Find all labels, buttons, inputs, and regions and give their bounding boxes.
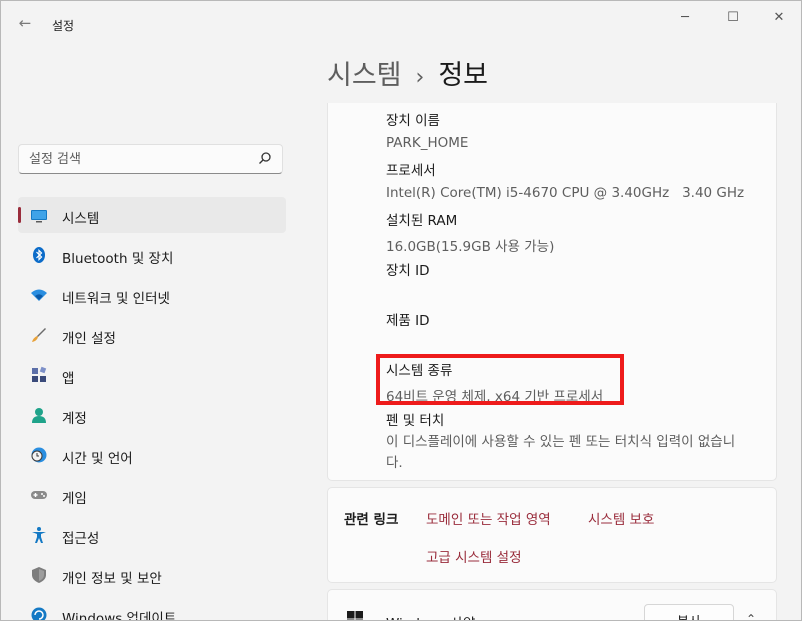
bluetooth-icon [33,247,45,263]
selection-indicator [18,207,21,223]
sidebar-item-apps[interactable]: 앱 [18,357,286,393]
search-icon[interactable] [258,151,272,165]
spec-value: 16.0GB(15.9GB 사용 가능) [386,239,555,255]
sidebar-item-label: Bluetooth 및 장치 [62,251,174,267]
sidebar-item-system[interactable]: 시스템 [18,197,286,233]
sidebar-item-time-language[interactable]: 시간 및 언어 [18,437,286,473]
paintbrush-icon [32,328,46,342]
windows-spec-title: Windows 사양 [386,612,475,620]
sidebar-item-network[interactable]: 네트워크 및 인터넷 [18,277,286,313]
spec-device-name: 장치 이름 PARK_HOME [386,109,468,151]
sidebar-item-bluetooth[interactable]: Bluetooth 및 장치 [18,237,286,273]
spec-value: 이 디스플레이에 사용할 수 있는 펜 또는 터치식 입력이 없습니다. [386,434,736,471]
clock-globe-icon [31,447,47,463]
spec-value: Intel(R) Core(TM) i5-4670 CPU @ 3.40GHz … [386,185,745,201]
sidebar-item-label: 개인 설정 [62,331,116,347]
link-advanced-system-settings[interactable]: 고급 시스템 설정 [426,546,522,566]
title-bar: ← 설정 ─ ☐ ✕ [1,1,801,41]
sidebar-item-privacy[interactable]: 개인 정보 및 보안 [18,557,286,593]
accessibility-icon [32,527,46,543]
account-icon [32,408,46,423]
spec-label: 제품 ID [386,313,430,329]
close-icon[interactable]: ✕ [756,7,801,29]
spec-label: 장치 이름 [386,113,440,129]
minimize-icon[interactable]: ─ [662,7,708,29]
sidebar-item-label: 접근성 [62,531,100,547]
spec-pen-touch: 펜 및 터치 이 디스플레이에 사용할 수 있는 펜 또는 터치식 입력이 없습… [386,409,746,474]
chevron-up-icon[interactable]: ⌃ [746,612,756,620]
spec-label: 설치된 RAM [386,213,458,229]
device-specifications-panel: 장치 이름 PARK_HOME 프로세서 Intel(R) Core(TM) i… [327,103,777,481]
breadcrumb-separator-icon: › [415,65,425,90]
spec-label: 프로세서 [386,163,436,179]
spec-device-id: 장치 ID [386,259,430,285]
link-system-protection[interactable]: 시스템 보호 [588,508,654,528]
sidebar-item-label: 시간 및 언어 [62,451,133,467]
sidebar-item-label: Windows 업데이트 [62,611,177,621]
sidebar-item-label: 앱 [62,371,75,387]
windows-logo-icon [347,611,363,620]
search-input[interactable] [29,150,249,168]
gamepad-icon [31,491,47,499]
spec-value: PARK_HOME [386,135,469,151]
sidebar-item-label: 시스템 [62,211,100,227]
wifi-icon [31,289,47,301]
spec-label: 펜 및 터치 [386,413,445,429]
system-display-icon [31,210,47,223]
sidebar-item-personalization[interactable]: 개인 설정 [18,317,286,353]
sidebar-item-label: 개인 정보 및 보안 [62,571,162,587]
shield-icon [32,567,46,583]
red-highlight-box [376,354,624,405]
windows-spec-card[interactable]: Windows 사양 복사 ⌃ [327,589,777,620]
sidebar-nav: 시스템 Bluetooth 및 장치 네트워크 및 인터넷 개인 설정 앱 계정… [18,197,286,621]
sidebar-item-accounts[interactable]: 계정 [18,397,286,433]
copy-button[interactable]: 복사 [644,604,734,620]
update-icon [31,607,47,620]
sidebar-item-label: 네트워크 및 인터넷 [62,291,170,307]
sidebar-item-label: 게임 [62,491,87,507]
spec-label: 장치 ID [386,263,430,279]
spec-processor: 프로세서 Intel(R) Core(TM) i5-4670 CPU @ 3.4… [386,159,744,201]
sidebar-item-accessibility[interactable]: 접근성 [18,517,286,553]
app-title: 설정 [52,19,75,33]
spec-installed-ram: 설치된 RAM 16.0GB(15.9GB 사용 가능) [386,209,554,255]
search-box[interactable] [18,144,283,174]
related-links-title: 관련 링크 [344,512,399,528]
maximize-icon[interactable]: ☐ [710,7,756,29]
apps-icon [32,366,47,382]
related-links-card: 관련 링크 도메인 또는 작업 영역 시스템 보호 고급 시스템 설정 [327,487,777,583]
page-title: 시스템 › 정보 [327,53,488,92]
sidebar-item-gaming[interactable]: 게임 [18,477,286,513]
spec-product-id: 제품 ID [386,309,430,335]
breadcrumb-parent[interactable]: 시스템 [327,60,402,91]
breadcrumb-current: 정보 [438,60,489,91]
sidebar-item-windows-update[interactable]: Windows 업데이트 [18,597,286,621]
back-arrow-icon[interactable]: ← [15,13,35,33]
settings-window: ← 설정 ─ ☐ ✕ 시스템›정보 시스템 B [0,0,802,621]
sidebar-item-label: 계정 [62,411,87,427]
link-domain-workgroup[interactable]: 도메인 또는 작업 영역 [426,508,551,528]
